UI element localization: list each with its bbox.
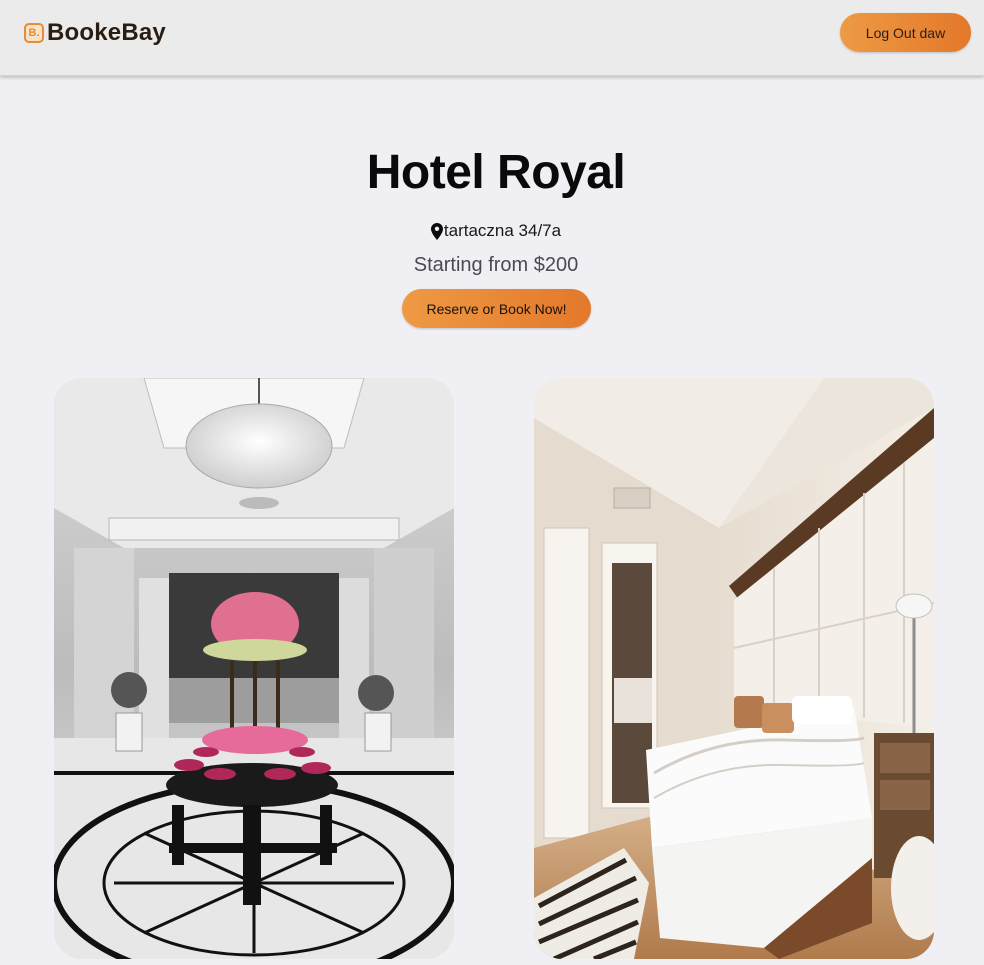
logout-button[interactable]: Log Out daw: [840, 13, 971, 52]
brand[interactable]: B. BookeBay: [24, 19, 166, 47]
top-navbar: B. BookeBay Log Out daw: [0, 0, 984, 76]
reserve-button[interactable]: Reserve or Book Now!: [402, 289, 591, 328]
address-text: tartaczna 34/7a: [443, 221, 562, 240]
bedroom-photo: [534, 378, 934, 959]
location-pin-icon: [430, 222, 443, 240]
starting-price: Starting from $200: [413, 254, 579, 276]
brand-logo-icon: B.: [24, 23, 44, 43]
brand-name: BookeBay: [47, 19, 166, 46]
lobby-photo: [54, 378, 454, 959]
hotel-title: Hotel Royal: [366, 146, 626, 199]
hotel-address: tartaczna 34/7a: [0, 221, 984, 241]
